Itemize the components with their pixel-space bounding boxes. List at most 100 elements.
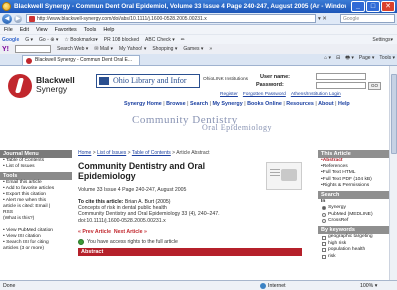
keyword-checkbox[interactable] <box>322 254 326 259</box>
menu-help[interactable]: Help <box>103 27 114 33</box>
journal-banner: Community Dentistry Oral Epidemiology <box>132 111 272 132</box>
blackwell-logo-icon[interactable] <box>8 74 32 98</box>
window-controls: _ □ ✕ <box>351 1 395 12</box>
tools-menu-button[interactable]: Tools ▾ <box>379 55 395 63</box>
cover-logo <box>281 169 297 181</box>
command-bar: ⌂ ▾ ⊟ 🖶 ▾ Page ▾ Tools ▾ <box>324 55 395 63</box>
nav-resources[interactable]: Resources <box>286 101 314 107</box>
this-article-header: This Article <box>318 150 389 158</box>
journal-menu-header: Journal Menu <box>0 150 72 158</box>
breadcrumb-list-of-issues[interactable]: List of Issues <box>97 150 126 156</box>
access-granted-icon <box>78 239 84 246</box>
prev-article-link[interactable]: « Prev Article <box>78 229 111 235</box>
yahoo-logo: Y! <box>2 45 9 53</box>
athens-login-link[interactable]: Athens/Institution Login <box>291 92 341 97</box>
search-isi-link-cont[interactable]: articles (3 or more) <box>0 246 72 252</box>
menu-file[interactable]: File <box>4 27 13 33</box>
close-button[interactable]: ✕ <box>381 1 395 12</box>
yahoo-search-input[interactable] <box>15 45 51 53</box>
my-yahoo-button[interactable]: My Yahoo! ▾ <box>119 46 146 52</box>
print-button[interactable]: 🖶 ▾ <box>345 55 354 63</box>
right-sidebar: This Article •Abstract •References •Full… <box>318 150 389 280</box>
google-toolbar: Google G ▾ Go ◦ ⊕ ▾ ☆ Bookmarks▾ PR 108 … <box>0 34 397 44</box>
access-notice: You have access rights to the full artic… <box>78 239 310 246</box>
spellcheck-button[interactable]: ABC Check ▾ <box>145 37 175 43</box>
nav-about[interactable]: About <box>318 101 334 107</box>
rights-permissions-link[interactable]: •Rights & Permissions <box>318 183 389 189</box>
keyword-checkbox[interactable] <box>322 248 326 253</box>
popup-blocked-button[interactable]: PR 108 blocked <box>104 37 139 43</box>
keyword-label: risk <box>328 253 336 259</box>
search-header: Search <box>318 191 389 200</box>
register-link[interactable]: Register <box>220 92 238 97</box>
username-field[interactable] <box>316 73 366 80</box>
left-sidebar: Journal Menu • Table of Contents • List … <box>0 150 72 280</box>
yahoo-shopping-button[interactable]: Shopping ▾ <box>152 46 177 52</box>
menu-edit[interactable]: Edit <box>20 27 29 33</box>
google-settings-button[interactable]: Settings▾ <box>372 37 393 43</box>
article-main: Home > List of Issues > Table of Content… <box>78 150 310 280</box>
page-menu-button[interactable]: Page ▾ <box>359 55 375 63</box>
maximize-button[interactable]: □ <box>366 1 380 12</box>
login-links: Register Forgotten Password Athens/Insti… <box>220 92 341 97</box>
synergy-nav: Synergy Home | Browse | Search | My Syne… <box>124 101 350 107</box>
yahoo-games-button[interactable]: Games ▾ <box>183 46 203 52</box>
radio-synergy[interactable] <box>322 206 326 211</box>
radio-pubmed[interactable] <box>322 212 326 217</box>
refresh-stop-icons[interactable]: ▾ ✕ <box>318 16 340 22</box>
nav-help[interactable]: Help <box>338 101 350 107</box>
window-title: Blackwell Synergy - Commun Dent Oral Epi… <box>14 3 346 10</box>
nav-browse[interactable]: Browse <box>166 101 185 107</box>
site-header: Blackwell Synergy Ohio Library and Infor… <box>0 66 389 148</box>
window-title-bar: Blackwell Synergy - Commun Dent Oral Epi… <box>0 0 397 13</box>
list-of-issues-link[interactable]: • List of Issues <box>0 164 72 170</box>
home-button[interactable]: ⌂ ▾ <box>324 55 331 63</box>
access-text: You have access rights to the full artic… <box>87 239 178 246</box>
google-search-dropdown[interactable]: G ▾ <box>25 37 33 43</box>
yahoo-more-button[interactable]: » <box>209 46 212 52</box>
abstract-header: Abstract <box>78 248 302 257</box>
menu-favorites[interactable]: Favorites <box>55 27 77 33</box>
password-field[interactable] <box>316 82 366 89</box>
forward-button[interactable]: ▶ <box>14 14 22 23</box>
search-input[interactable]: Google <box>340 14 395 23</box>
nav-search[interactable]: Search <box>190 101 208 107</box>
zoom-level[interactable]: 100% ▾ <box>360 283 390 289</box>
yahoo-mail-button[interactable]: ✉ Mail ▾ <box>94 46 113 52</box>
search-crossref-option[interactable]: CrossRef <box>318 218 389 224</box>
nav-synergy-home[interactable]: Synergy Home <box>124 101 162 107</box>
journal-cover-image <box>266 162 302 190</box>
minimize-button[interactable]: _ <box>351 1 365 12</box>
username-label: User name: <box>260 74 290 80</box>
url-input[interactable]: http://www.blackwell-synergy.com/doi/abs… <box>26 14 316 23</box>
back-button[interactable]: ◀ <box>2 13 12 24</box>
web-page: Blackwell Synergy Ohio Library and Infor… <box>0 66 389 280</box>
tab-row: Blackwell Synergy - Commun Dent Oral E..… <box>0 54 397 66</box>
breadcrumb: Home > List of Issues > Table of Content… <box>78 150 210 156</box>
google-go-button[interactable]: Go ◦ ⊕ ▾ <box>39 37 58 43</box>
menu-bar: File Edit View Favorites Tools Help <box>0 25 397 34</box>
menu-view[interactable]: View <box>36 27 48 33</box>
feeds-button[interactable]: ⊟ <box>336 55 340 63</box>
bookmarks-button[interactable]: ☆ Bookmarks▾ <box>64 37 97 43</box>
yahoo-search-web-button[interactable]: Search Web ▾ <box>57 46 88 52</box>
tab-blackwell-synergy[interactable]: Blackwell Synergy - Commun Dent Oral E..… <box>22 54 140 65</box>
nav-my-synergy[interactable]: My Synergy <box>212 101 242 107</box>
menu-tools[interactable]: Tools <box>84 27 97 33</box>
keyword-checkbox[interactable] <box>322 235 326 240</box>
ohio-library-logo[interactable]: Ohio Library and Infor <box>96 74 200 88</box>
breadcrumb-current: Article Abstract <box>176 150 210 156</box>
nav-books-online[interactable]: Books Online <box>247 101 282 107</box>
radio-crossref[interactable] <box>322 219 326 224</box>
login-go-button[interactable]: GO <box>368 82 381 90</box>
vertical-scrollbar[interactable] <box>389 66 397 280</box>
scrollbar-thumb[interactable] <box>391 74 397 154</box>
keyword-checkbox[interactable] <box>322 242 326 247</box>
breadcrumb-home[interactable]: Home <box>78 150 91 156</box>
pencil-icon[interactable]: ✏ <box>181 37 185 43</box>
forgotten-password-link[interactable]: Forgotten Password <box>243 92 286 97</box>
keyword-option[interactable]: risk <box>318 254 389 260</box>
status-bar: Done Internet 100% ▾ <box>0 280 397 290</box>
next-article-link[interactable]: Next Article » <box>114 229 147 235</box>
breadcrumb-toc[interactable]: Table of Contents <box>132 150 171 156</box>
